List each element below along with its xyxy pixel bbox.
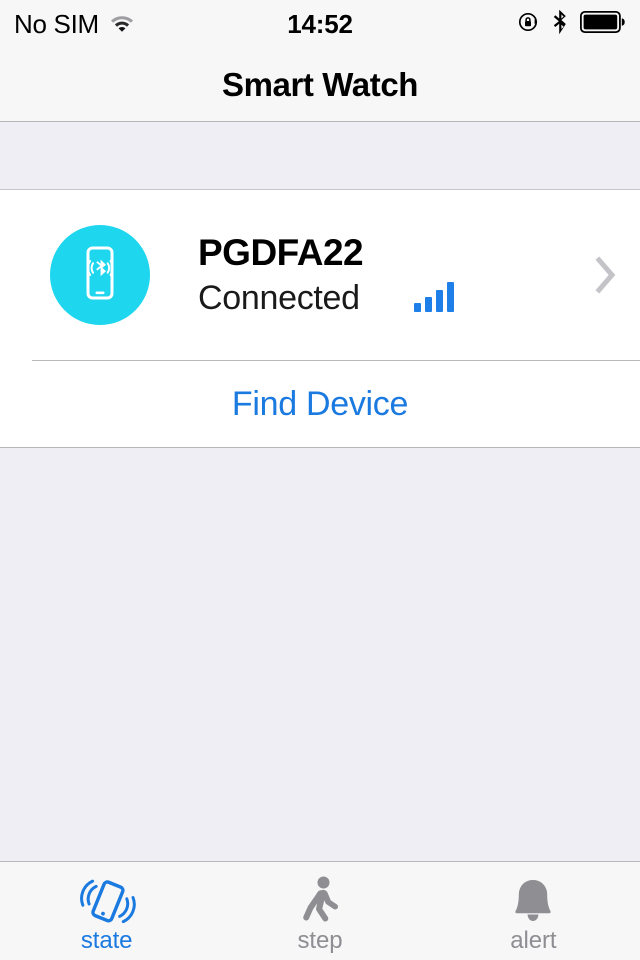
tab-alert[interactable]: alert [427,862,640,960]
device-card: PGDFA22 Connected Find Device [0,190,640,448]
avatar [50,225,150,325]
signal-bars-icon [413,278,454,312]
tab-alert-label: alert [510,927,557,954]
device-name: PGDFA22 [198,232,364,274]
rotation-lock-icon [517,10,541,39]
phone-bluetooth-icon [69,242,131,309]
tab-state[interactable]: state [0,862,213,960]
content-area: PGDFA22 Connected Find Device [0,122,640,861]
device-info: PGDFA22 Connected [198,232,584,317]
tab-state-label: state [80,927,133,954]
app-root: No SIM 14:52 Smart Watch PGDFA22 Connect… [0,0,640,960]
wifi-icon [109,12,135,37]
walking-person-icon [297,875,343,927]
chevron-right-icon[interactable] [594,255,618,295]
find-device-row[interactable]: Find Device [0,361,640,447]
section-spacer [0,122,640,190]
device-status: Connected [198,279,360,318]
navigation-bar: Smart Watch [0,48,640,122]
device-row[interactable]: PGDFA22 Connected [0,190,640,360]
bluetooth-icon [552,9,569,40]
status-bar-left: No SIM [14,11,135,37]
tab-bar: state step alert [0,861,640,960]
battery-full-icon [579,10,626,38]
find-device-label: Find Device [231,384,409,423]
vibrating-phone-icon [78,875,136,927]
status-bar: No SIM 14:52 [0,0,640,48]
tab-step[interactable]: step [213,862,426,960]
bell-icon [507,875,559,927]
carrier-label: No SIM [14,9,99,39]
device-status-line: Connected [198,278,584,318]
page-title: Smart Watch [221,65,419,103]
tab-step-label: step [297,927,343,954]
status-bar-right [517,9,626,40]
